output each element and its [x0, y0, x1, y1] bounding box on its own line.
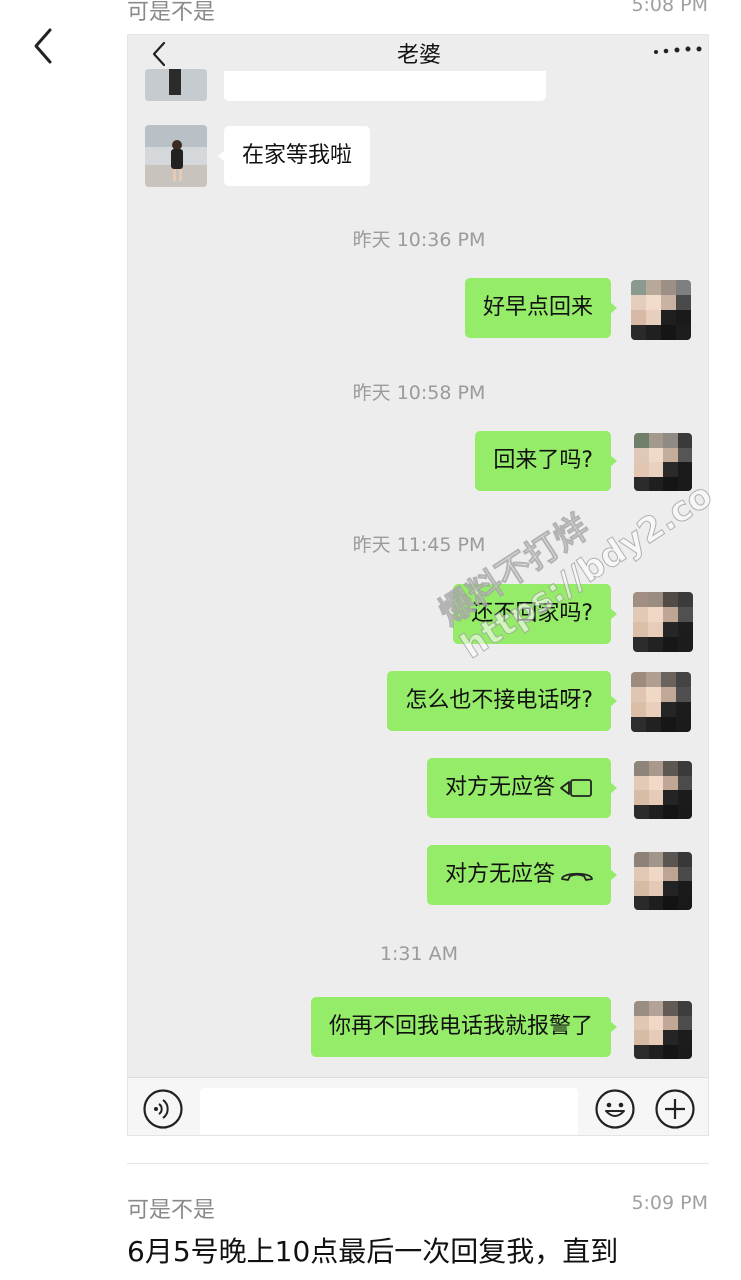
chat-timestamp: 昨天 10:36 PM: [352, 229, 486, 251]
post-time: 5:09 PM: [631, 1192, 708, 1214]
post-divider: [127, 1163, 709, 1164]
my-avatar: [634, 1001, 692, 1059]
post-author: 可是不是: [127, 1198, 216, 1223]
back-arrow-icon[interactable]: [30, 26, 60, 66]
message-input[interactable]: [200, 1088, 578, 1135]
message-bubble-sent: 好早点回来: [464, 278, 618, 338]
message-bubble-sent: 你再不回我电话我就报警了: [310, 997, 618, 1057]
chat-title: 老婆: [396, 43, 441, 68]
my-avatar: [631, 672, 691, 732]
my-avatar: [634, 852, 692, 910]
chat-screenshot: 老婆 在家等我啦 昨天 10:36 PM 好早点回来 昨天 10:58 PM 回…: [127, 34, 709, 1136]
voice-call-status-bubble[interactable]: 对方无应答: [426, 845, 618, 905]
video-call-status-bubble[interactable]: 对方无应答: [426, 758, 618, 818]
post-time: 5:08 PM: [631, 0, 708, 16]
my-avatar: [633, 592, 693, 652]
call-status-text: 对方无应答: [444, 862, 555, 887]
message-bubble-sent: 怎么也不接电话呀?: [387, 671, 617, 731]
post-body-text: 6月5号晚上10点最后一次回复我，直到: [127, 1235, 619, 1268]
message-bubble-received: 在家等我啦: [217, 126, 371, 186]
message-bubble-sent: 回来了吗?: [475, 431, 617, 491]
chat-timestamp: 1:31 AM: [379, 943, 459, 965]
more-dots-icon[interactable]: [652, 43, 704, 57]
voice-input-icon[interactable]: [142, 1088, 184, 1130]
add-attachment-icon[interactable]: [654, 1088, 696, 1130]
chat-input-bar: [128, 1077, 708, 1135]
call-status-text: 对方无应答: [444, 775, 555, 800]
emoji-icon[interactable]: [594, 1088, 636, 1130]
previous-message-bubble: [224, 71, 546, 101]
video-call-icon: [560, 779, 592, 797]
contact-avatar: [145, 69, 207, 101]
my-avatar: [634, 761, 692, 819]
post-author: 可是不是: [127, 0, 216, 25]
chat-nav-bar: 老婆: [128, 35, 708, 71]
my-avatar: [631, 280, 691, 340]
chat-timestamp: 昨天 10:58 PM: [352, 382, 486, 404]
voice-call-icon: [561, 872, 593, 881]
contact-avatar: [145, 125, 207, 187]
